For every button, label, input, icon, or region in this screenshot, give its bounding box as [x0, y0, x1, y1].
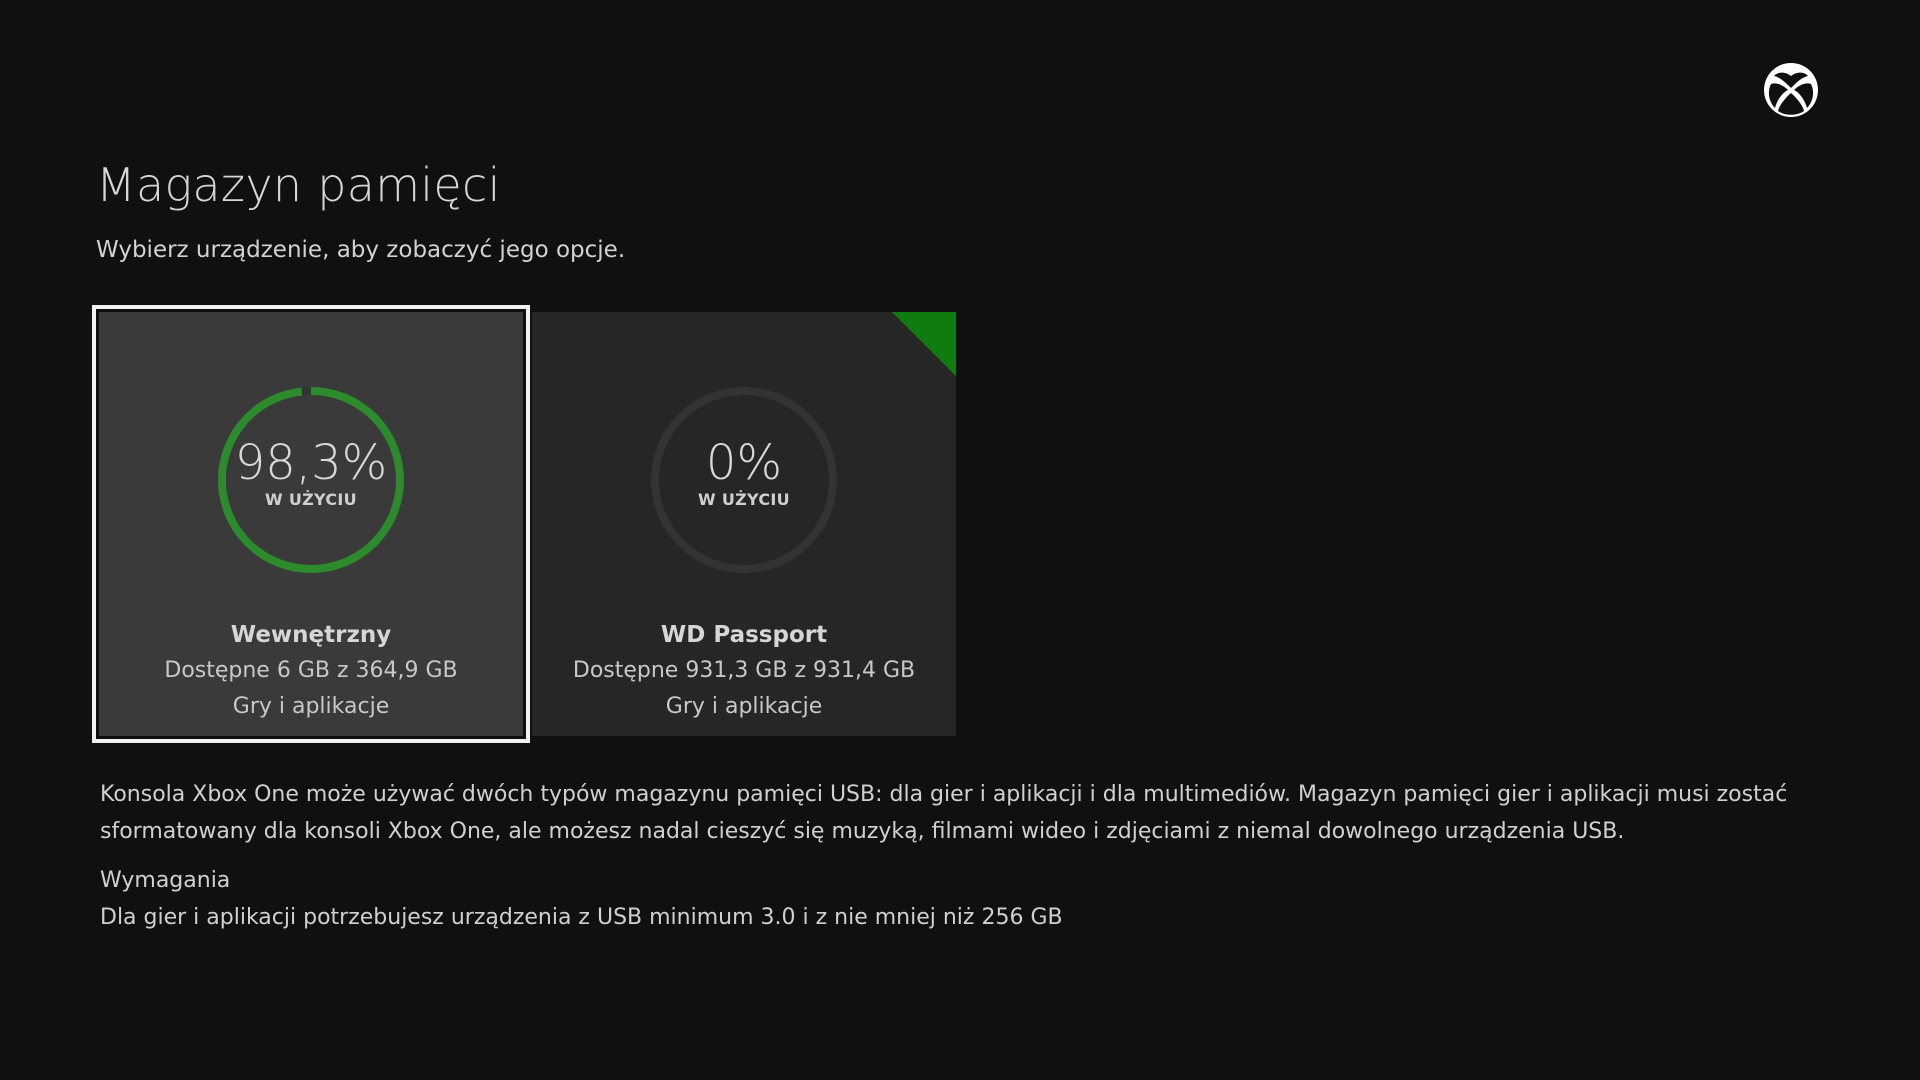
device-name: Wewnętrzny [230, 622, 392, 648]
usage-ring: 98,3% W UŻYCIU [217, 386, 405, 574]
storage-screen: Magazyn pamięci Wybierz urządzenie, aby … [0, 0, 1920, 1080]
requirements-heading: Wymagania [100, 868, 231, 893]
storage-device-list: 98,3% W UŻYCIU Wewnętrzny Dostępne 6 GB … [99, 312, 956, 736]
storage-device-tile-wd-passport[interactable]: 0% W UŻYCIU WD Passport Dostępne 931,3 G… [532, 312, 956, 736]
usage-ring: 0% W UŻYCIU [650, 386, 838, 574]
storage-device-tile-internal[interactable]: 98,3% W UŻYCIU Wewnętrzny Dostępne 6 GB … [99, 312, 523, 736]
device-name: WD Passport [660, 622, 828, 648]
device-available-space: Dostępne 931,3 GB z 931,4 GB [572, 658, 916, 683]
requirements-text: Dla gier i aplikacji potrzebujesz urządz… [100, 905, 1063, 930]
page-title: Magazyn pamięci [96, 158, 501, 212]
usage-label: W UŻYCIU [265, 490, 357, 509]
device-available-space: Dostępne 6 GB z 364,9 GB [164, 658, 458, 683]
usage-percent: 98,3% [234, 435, 388, 491]
device-storage-type: Gry i aplikacje [665, 694, 823, 719]
usage-percent: 0% [705, 435, 783, 491]
green-corner-badge [892, 312, 956, 376]
page-subtitle: Wybierz urządzenie, aby zobaczyć jego op… [96, 237, 626, 263]
usage-label: W UŻYCIU [698, 490, 790, 509]
xbox-logo-icon [1763, 62, 1819, 118]
device-storage-type: Gry i aplikacje [232, 694, 390, 719]
storage-description: Konsola Xbox One może używać dwóch typów… [100, 782, 1788, 844]
